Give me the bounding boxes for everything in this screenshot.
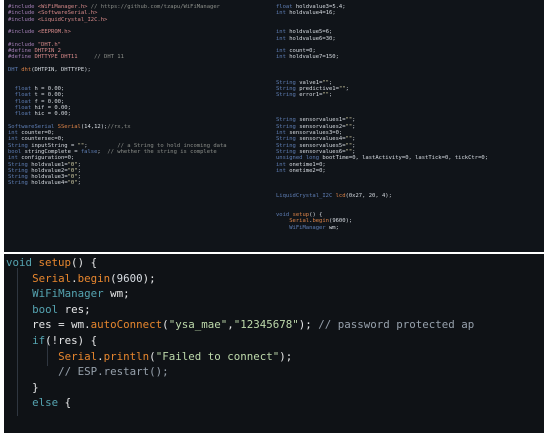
code-line: String holdvalue1="0"; xyxy=(8,161,81,168)
code-line: int sensorvalues3=0; xyxy=(276,130,343,136)
code-line: void setup() { xyxy=(6,256,98,269)
code-line: String inputString = ""; // a String to … xyxy=(8,142,227,149)
code-column-right: float holdvalue3=5.4; int holdvalue4=16; i… xyxy=(276,4,544,252)
code-line: #include <LiquidCrystal_I2C.h> xyxy=(8,16,108,23)
code-line: bool res; xyxy=(32,302,91,316)
code-line: float h = 0.00; xyxy=(14,85,65,92)
code-line: int onetime2=0; xyxy=(276,167,326,174)
code-line: float t = 0.00; xyxy=(14,92,65,99)
code-line: int countersec=0; xyxy=(8,136,65,143)
code-line: String predictive1=""; xyxy=(276,85,349,92)
code-line: #define DHTTYPE DHT11 // DHT 11 xyxy=(8,54,124,61)
code-line: int holdvalue4=16; xyxy=(276,10,336,17)
code-line: float holdvalue3=5.4; xyxy=(276,4,346,10)
code-line: String sensorvalues6=""; xyxy=(276,148,356,155)
code-line: #define DHTPIN 2 xyxy=(8,48,61,55)
code-line: float hif = 0.00; xyxy=(14,104,71,111)
code-line: WiFiManager wm; xyxy=(289,224,339,231)
code-line: #include <EEPROM.h> xyxy=(8,29,71,36)
code-line: int holdvalue5=6; xyxy=(276,29,333,36)
code-line: WiFiManager wm; xyxy=(32,287,130,301)
code-line: String holdvalue2="0"; xyxy=(8,167,81,174)
code-line: bool stringComplete = false; // whether … xyxy=(8,148,217,155)
code-line: int count=0; xyxy=(276,48,316,55)
code-line: String sensorvalues2=""; xyxy=(276,123,356,130)
code-line: int configuration=0; xyxy=(8,155,75,162)
code-line: SoftwareSerial SSerial(14,12);//rx,tx xyxy=(8,123,131,130)
code-line: int holdvalue6=30; xyxy=(276,35,336,42)
code-line: #include <WiFiManager.h> // https://gith… xyxy=(8,4,220,10)
code-line: float f = 0.00; xyxy=(14,98,65,105)
code-line: Serial.println("Failed to connect"); xyxy=(58,349,293,363)
code-line: String error1=""; xyxy=(276,92,333,99)
code-column-left: #include <WiFiManager.h> // https://gith… xyxy=(8,4,278,252)
code-line: LiquidCrystal_I2C lcd(0x27, 20, 4); xyxy=(276,193,392,199)
code-line: String sensorvalues4=""; xyxy=(276,136,356,143)
code-line: DHT dht(DHTPIN, DHTTYPE); xyxy=(8,67,91,73)
code-line: String holdvalue3="0"; xyxy=(8,174,81,181)
code-line: String valve1=""; xyxy=(276,79,333,86)
code-line: String holdvalue4="0"; xyxy=(8,180,81,187)
code-line: int holdvalue7=150; xyxy=(276,54,339,61)
code-line: // ESP.restart(); xyxy=(58,365,169,379)
code-line: int onetime1=0; xyxy=(276,161,326,168)
code-line: String sensorvalues1=""; xyxy=(276,117,356,124)
code-line: unsigned long bootTime=0, lastActivity=0… xyxy=(276,155,488,162)
code-line: } xyxy=(32,380,39,394)
code-line: else { xyxy=(32,396,72,410)
code-line: void setup() { xyxy=(276,211,323,218)
code-line: Serial.begin(9600); xyxy=(289,218,353,225)
code-line: #include <SoftwareSerial.h> xyxy=(8,10,98,17)
code-line: String sensorvalues5=""; xyxy=(276,142,356,149)
top-code-editor[interactable]: #include <WiFiManager.h> // https://gith… xyxy=(4,0,544,252)
code-line: float hic = 0.00; xyxy=(14,111,71,118)
code-line: if(!res) { xyxy=(32,334,98,347)
code-line: #include "DHT.h" xyxy=(8,41,61,48)
bottom-code-editor[interactable]: void setup() { Serial.begin(9600); WiFiM… xyxy=(4,254,544,433)
code-column-zoomed: void setup() { Serial.begin(9600); WiFiM… xyxy=(6,257,542,433)
code-line: int counter=0; xyxy=(8,130,55,136)
code-line: res = wm.autoConnect("ysa_mae","12345678… xyxy=(32,318,475,332)
code-line: Serial.begin(9600); xyxy=(32,271,156,285)
